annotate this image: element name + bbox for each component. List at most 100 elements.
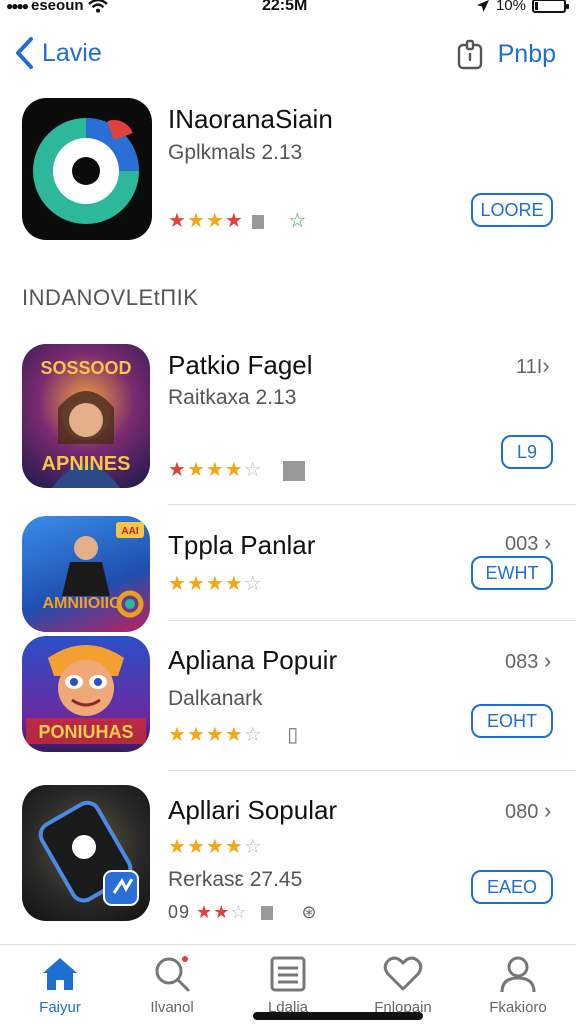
home-icon: [43, 958, 77, 990]
app-action-button-4[interactable]: EAEO: [471, 870, 553, 904]
app-icon-3-bottom-text: PONIUHAS: [38, 722, 133, 742]
tab-home-label: Faiyur: [39, 999, 81, 1016]
chevron-right-icon: ›: [542, 353, 550, 378]
section-header: INDANOVLEtΠΙΚ: [22, 285, 199, 310]
star-icon: ★: [205, 459, 225, 481]
app-meta-1[interactable]: 11І›: [516, 353, 550, 379]
back-button[interactable]: Lavie: [14, 36, 102, 70]
app-subtitle-3: Dalkanark: [168, 687, 263, 710]
app-action-button-3[interactable]: EOНТ: [471, 704, 553, 738]
star-outline-icon: ☆: [230, 902, 248, 922]
featured-app-title: INaoranaSiain: [168, 104, 333, 134]
wifi-icon: [87, 0, 108, 13]
star-icon: ★: [186, 836, 206, 858]
app-icon-1-bottom-text: APNINES: [42, 453, 131, 475]
list-icon: [270, 956, 306, 992]
app-action-button-1[interactable]: L9: [501, 435, 553, 469]
carrier-name: eseoun: [31, 0, 84, 14]
star-icon: ★: [186, 573, 206, 595]
star-icon: ★: [168, 836, 187, 858]
row-divider: [168, 504, 576, 505]
nav-bar: Lavie Pnbp: [0, 30, 576, 80]
battery-percent: 10%: [495, 0, 526, 14]
star-icon: ★: [213, 902, 231, 922]
chevron-right-icon: ›: [543, 648, 552, 673]
app-title-3: Apliana Popuir: [168, 645, 338, 675]
rating-prefix: 09: [168, 902, 191, 922]
row-divider: [168, 770, 576, 771]
app-icon-1[interactable]: SOSSOOD APNINES: [22, 344, 150, 488]
target-logo-icon: [33, 118, 139, 224]
app-title-4: Apllari Sopular: [168, 795, 338, 825]
chevron-right-icon: ›: [543, 798, 552, 823]
app-title-2: Tppla Panlar: [168, 530, 316, 560]
rating-count-icon: [261, 906, 274, 921]
app-subtitle-1: Raitkaxa 2.13: [168, 386, 297, 409]
app-meta-1-value: 11І: [516, 356, 543, 378]
featured-app-subtitle: Gplkmals 2.13: [168, 141, 303, 164]
home-indicator[interactable]: [253, 1012, 423, 1020]
star-icon: ★: [168, 459, 187, 481]
featured-rating: ★★★★ ☆: [168, 208, 307, 233]
star-icon: ★: [224, 210, 244, 232]
app-title-1: Patkio Fagel: [168, 350, 313, 380]
app-icon-2-bottom-text: AMNIIOIIO: [42, 595, 121, 612]
person-icon: [500, 956, 536, 993]
star-icon: ★: [196, 902, 214, 922]
tab-profile[interactable]: Fkakioro: [468, 953, 568, 1016]
tab-favorites[interactable]: Fnlopain: [353, 953, 453, 1016]
star-icon: ★: [224, 724, 244, 746]
app-icon-2[interactable]: AAI AMNIIOIIO: [22, 516, 150, 632]
app-rating-4: ★★★★☆: [168, 834, 263, 859]
status-right: 10%: [476, 0, 569, 14]
star-icon: ★: [205, 573, 225, 595]
star-icon: ★: [186, 210, 206, 232]
app-meta-3[interactable]: 083 ›: [505, 648, 551, 674]
chevron-right-icon: ›: [543, 530, 552, 555]
battery-icon: [532, 0, 569, 13]
app-icon-4[interactable]: [22, 785, 150, 921]
app-rating-1: ★★★★☆: [168, 457, 306, 482]
star-icon: ★: [205, 836, 225, 858]
search-icon: [155, 956, 190, 992]
carrier-group: ●●●● eseoun: [6, 0, 108, 14]
star-outline-icon: ☆: [243, 459, 263, 481]
app-meta-4[interactable]: 080 ›: [505, 798, 551, 824]
app-action-button-2[interactable]: EWНТ: [471, 556, 553, 590]
info-icon: ⊛: [301, 902, 318, 922]
star-icon: ★: [168, 210, 187, 232]
star-outline-icon: ☆: [243, 836, 263, 858]
star-icon: ★: [224, 836, 244, 858]
star-outline-icon: ☆: [243, 724, 263, 746]
app-rating-3: ★★★★☆ ▯: [168, 722, 299, 747]
app-meta-2-value: 003: [505, 533, 539, 555]
rating-count-icon: [283, 460, 306, 481]
app-icon-2-top-text: AAI: [121, 526, 138, 537]
share-icon[interactable]: [456, 36, 484, 70]
cartoon-character-icon: PONIUHAS: [26, 645, 146, 744]
signal-icon: ●●●●: [6, 0, 29, 13]
app-rating-2: ★★★★☆: [168, 571, 263, 596]
featured-app-icon[interactable]: [22, 98, 152, 240]
bookmark-icon: ▯: [287, 724, 300, 746]
app-subtitle-4: Rerkasε 27.45: [168, 868, 303, 891]
tab-home[interactable]: Faiyur: [10, 953, 110, 1016]
featured-get-button[interactable]: LOORE: [471, 193, 553, 227]
star-icon: ★: [205, 724, 225, 746]
app-icon-1-top-text: SOSSOOD: [40, 358, 131, 378]
tab-list[interactable]: Ldalia: [238, 953, 338, 1016]
star-outline-icon: ☆: [243, 573, 263, 595]
app-icon-3[interactable]: PONIUHAS: [22, 636, 150, 752]
status-time: 22:5M: [262, 0, 308, 14]
nav-right-link[interactable]: Pnbp: [498, 40, 556, 69]
star-outline-icon: ☆: [288, 210, 308, 232]
star-icon: ★: [205, 210, 225, 232]
app-meta-2[interactable]: 003 ›: [505, 530, 551, 556]
status-bar: ●●●● eseoun 22:5M 10%: [0, 0, 576, 18]
star-icon: ★: [186, 459, 206, 481]
heart-icon: [383, 956, 423, 991]
tab-search[interactable]: Ilvanol: [122, 953, 222, 1016]
star-icon: ★: [168, 724, 187, 746]
game-poster-icon: SOSSOOD APNINES: [40, 358, 132, 488]
app-rating-4b: 09 ★★☆ ⊛: [168, 902, 318, 923]
